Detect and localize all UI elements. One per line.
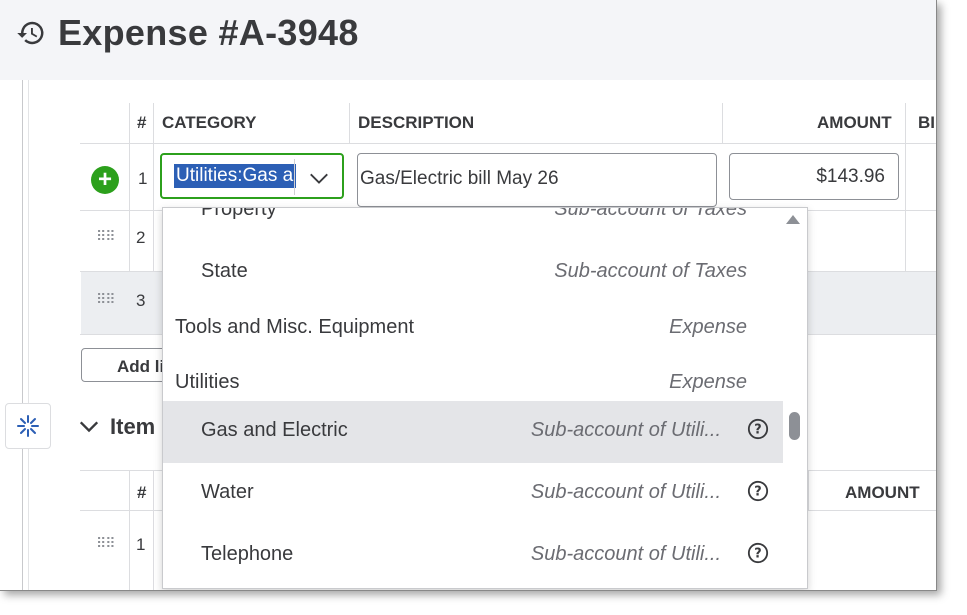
col-header-num: # [137,113,147,132]
dropdown-option[interactable]: Water Sub-account of Utili... ? [163,463,783,525]
assistant-button[interactable] [5,403,51,449]
option-type: Sub-account of Utili... [530,543,721,565]
chevron-down-icon[interactable] [78,415,100,437]
add-row-icon[interactable]: + [91,166,119,194]
option-type: Sub-account of Utili... [530,419,721,441]
option-label: Gas and Electric [201,419,348,441]
page-header: Expense #A-3948 [0,0,936,80]
option-type: Sub-account of Taxes [554,207,747,220]
row-number: 1 [138,169,148,188]
chevron-down-icon[interactable] [308,167,330,189]
scrollbar-thumb[interactable] [789,412,800,440]
item-col-header-amount: AMOUNT [845,483,920,502]
svg-text:?: ? [754,423,761,438]
page-title: Expense #A-3948 [58,12,359,53]
drag-handle-icon[interactable]: ⠿⠿ [96,536,116,555]
row-number: 3 [136,291,146,310]
col-divider [722,103,723,143]
option-label: Tools and Misc. Equipment [175,316,415,338]
option-label: Water [201,481,254,503]
row-divider [80,143,936,144]
category-dropdown[interactable]: Property Sub-account of Taxes State Sub-… [162,207,808,589]
description-field[interactable]: Gas/Electric bill May 26 [357,153,717,207]
item-section-title: Item [110,414,156,439]
dropdown-option[interactable]: State Sub-account of Taxes [163,242,783,304]
row-number: 2 [136,228,146,247]
col-divider [129,470,130,590]
svg-text:?: ? [754,485,761,500]
option-label: Utilities [175,371,240,393]
dropdown-option[interactable]: Property Sub-account of Taxes [163,207,783,242]
col-header-billable: BI [918,113,935,132]
select-divider [294,159,295,195]
svg-text:?: ? [754,547,761,562]
history-icon[interactable] [16,18,46,48]
add-lines-label: Add li [117,357,165,376]
dropdown-option-selected[interactable]: Gas and Electric Sub-account of Utili...… [163,401,783,463]
item-col-header-num: # [137,483,147,502]
category-input-text[interactable]: Utilities:Gas a [174,164,296,188]
col-header-amount: AMOUNT [817,113,892,132]
dropdown-option[interactable]: Telephone Sub-account of Utili... ? [163,525,783,587]
left-rail-line-inner [28,80,29,590]
option-label: State [201,260,248,282]
option-label: Telephone [201,543,294,565]
option-type: Expense [669,371,747,393]
left-rail-line [22,80,23,590]
col-header-category: CATEGORY [162,113,257,132]
amount-field[interactable]: $143.96 [729,153,899,200]
option-type: Sub-account of Utili... [530,481,721,503]
drag-handle-icon[interactable]: ⠿⠿ [96,229,116,248]
row-number: 1 [136,535,146,554]
col-header-description: DESCRIPTION [358,113,475,132]
option-label: Property [201,207,277,220]
col-divider [349,103,350,143]
add-lines-button[interactable]: Add li [81,348,171,382]
option-type: Sub-account of Taxes [554,260,747,282]
dropdown-option[interactable]: Tools and Misc. Equipment Expense [163,298,783,360]
col-divider [153,470,154,590]
option-type: Expense [669,316,747,338]
category-select[interactable]: Utilities:Gas a [160,153,344,199]
help-icon[interactable]: ? [747,542,769,564]
help-icon[interactable]: ? [747,418,769,440]
scroll-up-icon[interactable] [786,214,800,224]
drag-handle-icon[interactable]: ⠿⠿ [96,292,116,311]
sparkle-icon [17,415,39,437]
help-icon[interactable]: ? [747,480,769,502]
col-divider [808,470,809,510]
app-window: Expense #A-3948 # CATEGORY DESCRIPTION A… [0,0,937,591]
